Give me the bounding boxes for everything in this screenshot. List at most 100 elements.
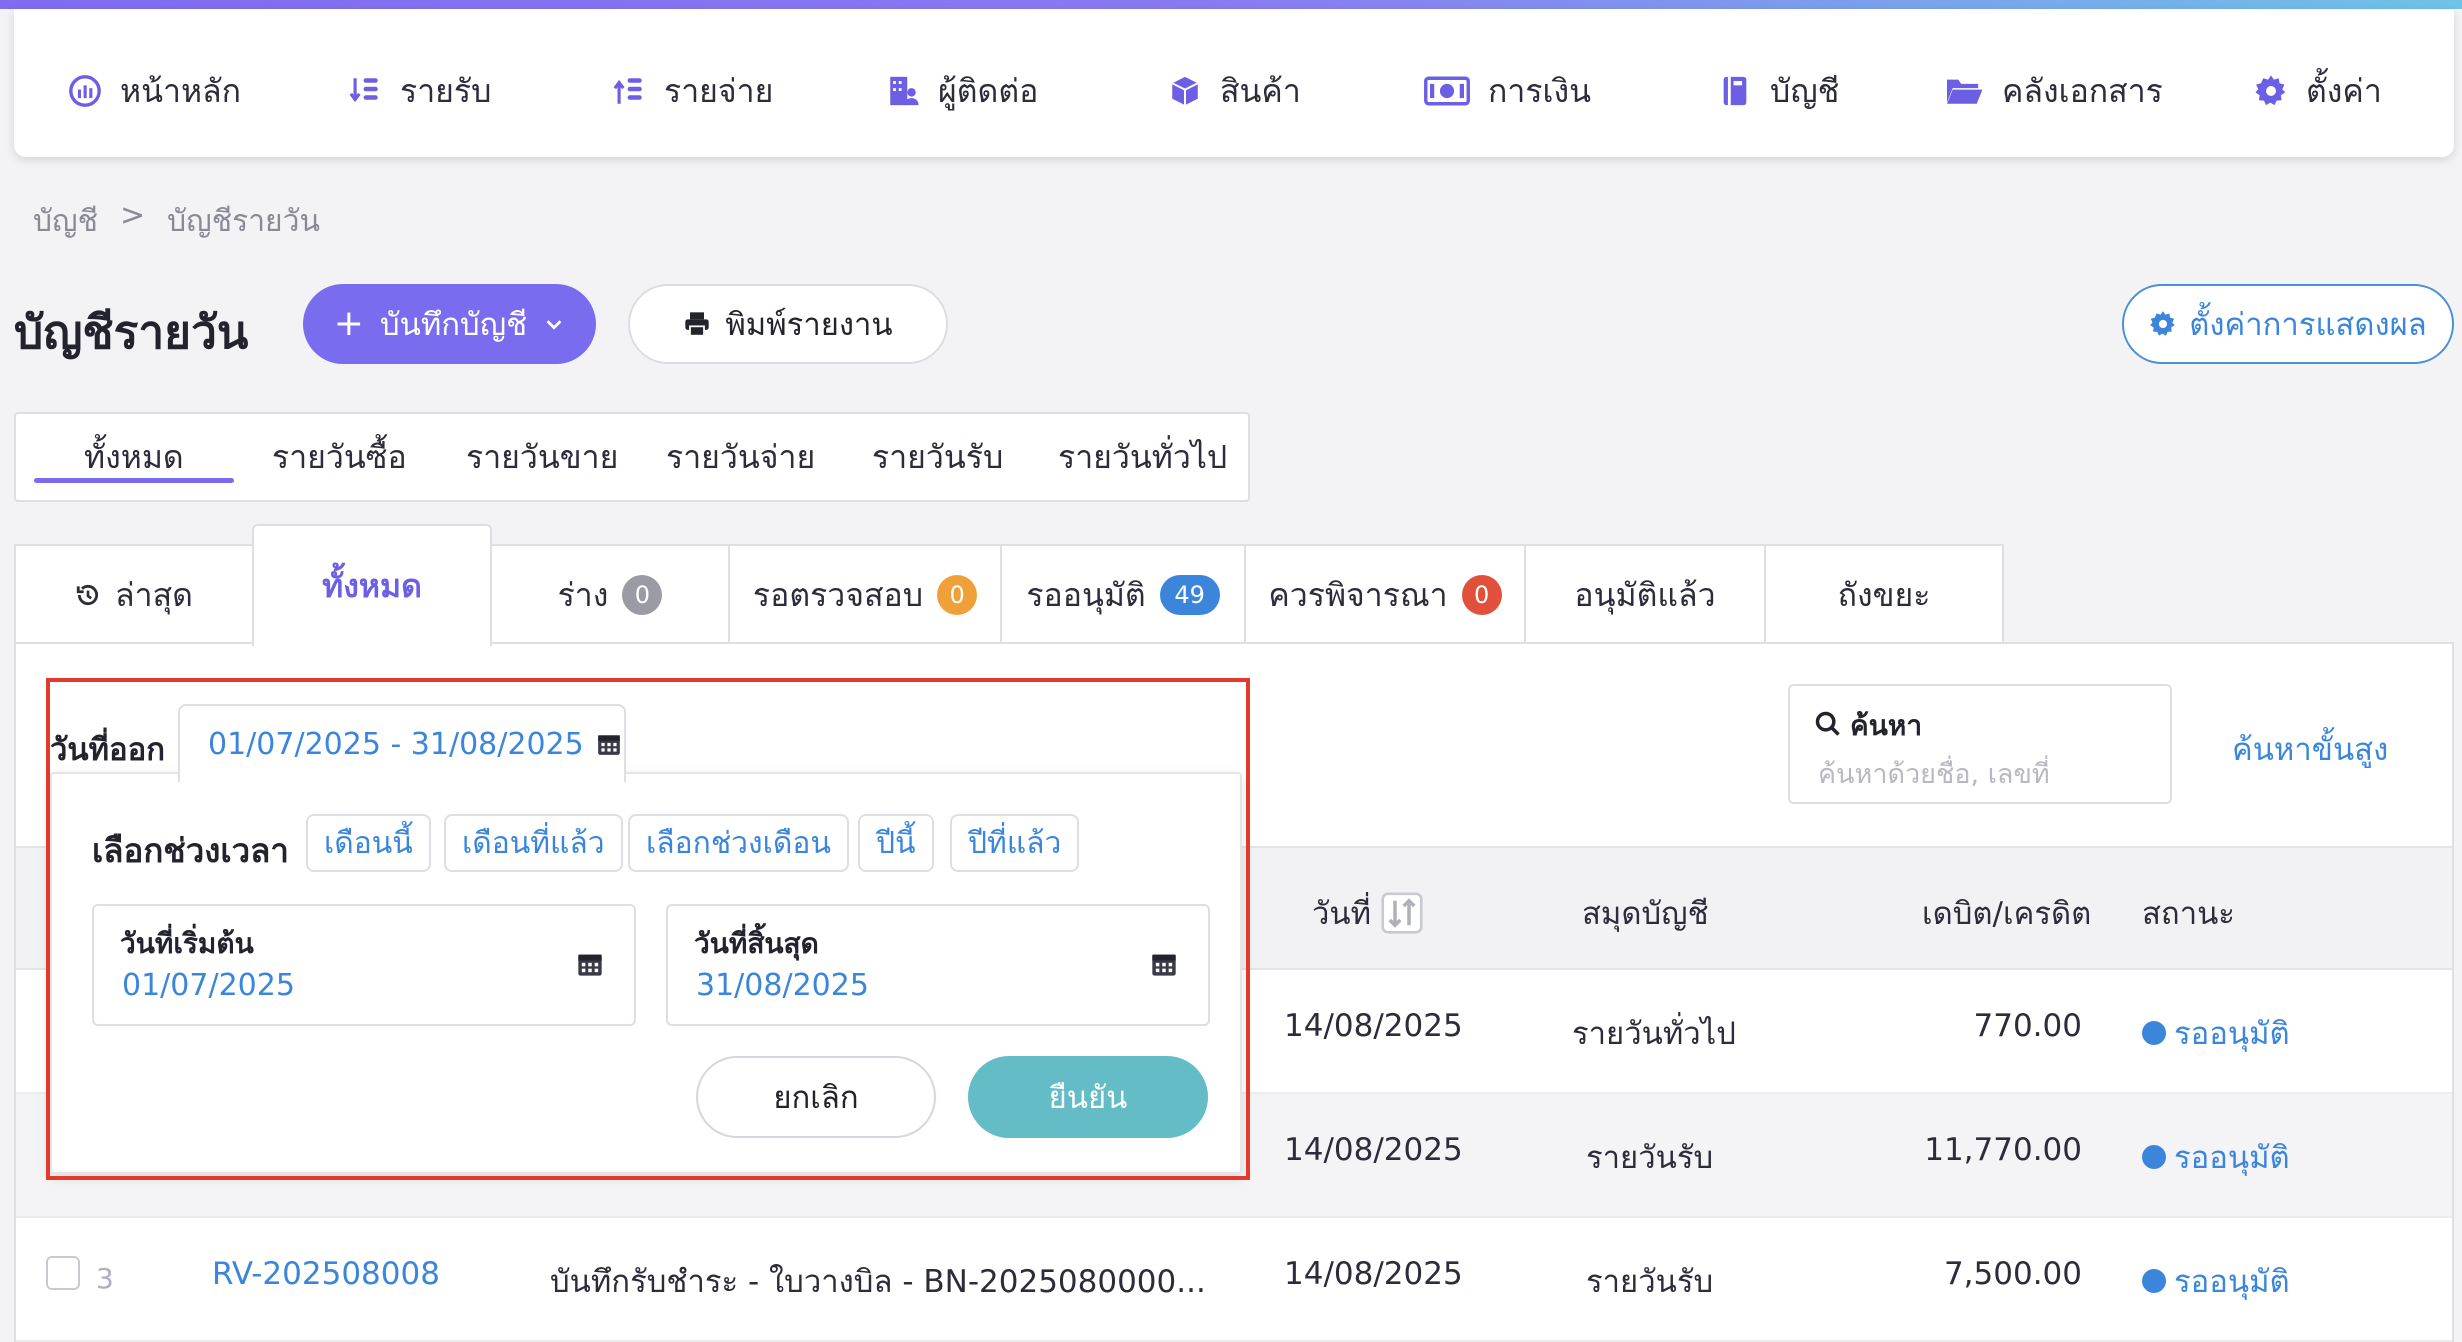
print-report-button[interactable]: พิมพ์รายงาน — [628, 284, 948, 364]
row-status: รออนุมัติ — [2142, 1256, 2290, 1306]
end-date-field[interactable]: วันที่สิ้นสุด 31/08/2025 — [666, 904, 1210, 1026]
money-icon — [1424, 76, 1470, 106]
advanced-search-link[interactable]: ค้นหาขั้นสูง — [2232, 724, 2388, 774]
display-settings-button[interactable]: ตั้งค่าการแสดงผล — [2122, 284, 2454, 364]
confirm-button[interactable]: ยืนยัน — [968, 1056, 1208, 1138]
row-status-label: รออนุมัติ — [2174, 1264, 2290, 1300]
preset-this-month[interactable]: เดือนนี้ — [306, 814, 431, 872]
review-count-badge: 0 — [937, 575, 978, 615]
nav-label: หน้าหลัก — [120, 71, 242, 110]
row-document-number[interactable]: RV-202508008 — [212, 1256, 440, 1292]
status-tab-label: ล่าสุด — [115, 575, 193, 614]
row-checkbox[interactable] — [46, 1256, 80, 1290]
status-tab-all[interactable]: ทั้งหมด — [252, 524, 492, 646]
nav-label: สินค้า — [1220, 71, 1301, 110]
consider-count-badge: 0 — [1461, 575, 1502, 615]
contacts-icon — [890, 76, 919, 106]
journal-tab-general[interactable]: รายวันทั่วไป — [1058, 432, 1227, 483]
row-journal: รายวันทั่วไป — [1572, 1016, 1736, 1052]
history-icon — [76, 584, 99, 606]
nav-item-expense[interactable]: รายจ่าย — [612, 67, 773, 115]
cancel-button[interactable]: ยกเลิก — [696, 1056, 936, 1138]
calendar-icon — [578, 954, 602, 976]
row-index: 3 — [96, 1262, 114, 1295]
status-tab-label: ร่าง — [557, 575, 609, 614]
expense-icon — [613, 78, 642, 104]
income-icon — [349, 78, 378, 103]
nav-label: รายรับ — [400, 71, 492, 110]
search-field[interactable]: ค้นหา ค้นหาด้วยชื่อ, เลขที่ — [1788, 684, 2172, 804]
record-entry-label: บันทึกบัญชี — [379, 307, 528, 343]
status-tab-label: ควรพิจารณา — [1268, 575, 1448, 614]
nav-item-products[interactable]: สินค้า — [1168, 67, 1301, 115]
status-dot-icon — [2142, 1145, 2166, 1169]
column-header-status: สถานะ — [2142, 896, 2235, 932]
column-header-date[interactable]: วันที่ — [1312, 888, 1423, 938]
nav-item-accounting[interactable]: บัญชี — [1718, 67, 1839, 115]
plus-icon: + — [333, 303, 364, 344]
row-amount: 770.00 — [1973, 1008, 2082, 1044]
start-date-field[interactable]: วันที่เริ่มต้น 01/07/2025 — [92, 904, 636, 1026]
row-description: บันทึกรับชำระ - ใบวางบิล - BN-2025080000… — [550, 1264, 1206, 1300]
status-tab-approved[interactable]: อนุมัติแล้ว — [1524, 544, 1766, 644]
search-placeholder: ค้นหาด้วยชื่อ, เลขที่ — [1818, 759, 2050, 790]
page-title: บัญชีรายวัน — [14, 305, 249, 359]
status-tab-trash[interactable]: ถังขยะ — [1764, 544, 2004, 644]
status-tab-draft[interactable]: ร่าง 0 — [490, 544, 730, 644]
journal-tab-payment[interactable]: รายวันจ่าย — [666, 432, 815, 483]
gear-icon — [2150, 311, 2175, 336]
printer-icon — [685, 312, 710, 337]
status-tab-consider[interactable]: ควรพิจารณา 0 — [1244, 544, 1526, 644]
nav-item-dashboard[interactable]: หน้าหลัก — [68, 67, 241, 115]
record-entry-button[interactable]: + บันทึกบัญชี — [303, 284, 596, 364]
preset-month-range[interactable]: เลือกช่วงเดือน — [628, 814, 849, 872]
breadcrumb-parent[interactable]: บัญชี — [33, 198, 98, 245]
row-status: รออนุมัติ — [2142, 1132, 2290, 1182]
row-journal: รายวันรับ — [1586, 1140, 1714, 1176]
active-tab-indicator — [34, 478, 234, 483]
top-navigation: หน้าหลัก รายรับ รายจ่าย ผู้ติดต่อ สินค้า… — [14, 9, 2454, 157]
breadcrumb-separator: > — [119, 198, 146, 233]
folder-icon — [1947, 79, 1983, 104]
nav-item-income[interactable]: รายรับ — [348, 67, 491, 115]
dashboard-icon — [69, 75, 101, 107]
nav-label: ผู้ติดต่อ — [938, 71, 1039, 110]
breadcrumb-current: บัญชีรายวัน — [167, 204, 320, 239]
nav-label: รายจ่าย — [664, 71, 774, 110]
preset-last-year[interactable]: ปีที่แล้ว — [950, 814, 1080, 872]
journal-type-tabs: ทั้งหมด รายวันซื้อ รายวันขาย รายวันจ่าย … — [14, 412, 1250, 502]
preset-last-month[interactable]: เดือนที่แล้ว — [444, 814, 623, 872]
status-tab-label: ถังขยะ — [1837, 575, 1931, 614]
nav-item-finance[interactable]: การเงิน — [1424, 67, 1591, 115]
sort-icon[interactable] — [1381, 892, 1423, 934]
chevron-down-icon — [546, 320, 562, 330]
search-label: ค้นหา — [1850, 709, 1923, 742]
status-tab-review[interactable]: รอตรวจสอบ 0 — [728, 544, 1002, 644]
row-date: 14/08/2025 — [1284, 1132, 1463, 1168]
calendar-icon — [597, 735, 620, 755]
column-header-label: วันที่ — [1312, 896, 1372, 932]
end-date-value: 31/08/2025 — [696, 968, 869, 1003]
journal-tab-all[interactable]: ทั้งหมด — [84, 432, 184, 483]
nav-item-contacts[interactable]: ผู้ติดต่อ — [886, 67, 1038, 115]
preset-this-year[interactable]: ปีนี้ — [858, 814, 934, 872]
breadcrumb: บัญชี > บัญชีรายวัน — [33, 198, 320, 245]
row-amount: 11,770.00 — [1924, 1132, 2082, 1168]
status-tab-label: อนุมัติแล้ว — [1574, 575, 1716, 614]
nav-item-settings[interactable]: ตั้งค่า — [2254, 67, 2382, 115]
date-range-input[interactable]: 01/07/2025 - 31/08/2025 — [178, 704, 626, 782]
row-date: 14/08/2025 — [1284, 1008, 1463, 1044]
journal-tab-sales[interactable]: รายวันขาย — [466, 432, 618, 483]
start-date-value: 01/07/2025 — [122, 968, 295, 1003]
nav-label: บัญชี — [1770, 71, 1840, 110]
row-date: 14/08/2025 — [1284, 1256, 1463, 1292]
journal-tab-purchase[interactable]: รายวันซื้อ — [272, 432, 407, 483]
status-tab-latest[interactable]: ล่าสุด — [14, 544, 254, 644]
journal-tab-receipt[interactable]: รายวันรับ — [872, 432, 1003, 483]
nav-item-documents[interactable]: คลังเอกสาร — [1944, 67, 2163, 115]
start-date-label: วันที่เริ่มต้น — [120, 927, 254, 960]
status-tab-awaiting-approval[interactable]: รออนุมัติ 49 — [1000, 544, 1246, 644]
awaiting-count-badge: 49 — [1159, 575, 1220, 615]
status-dot-icon — [2142, 1269, 2166, 1293]
status-tab-label: ทั้งหมด — [322, 566, 422, 605]
